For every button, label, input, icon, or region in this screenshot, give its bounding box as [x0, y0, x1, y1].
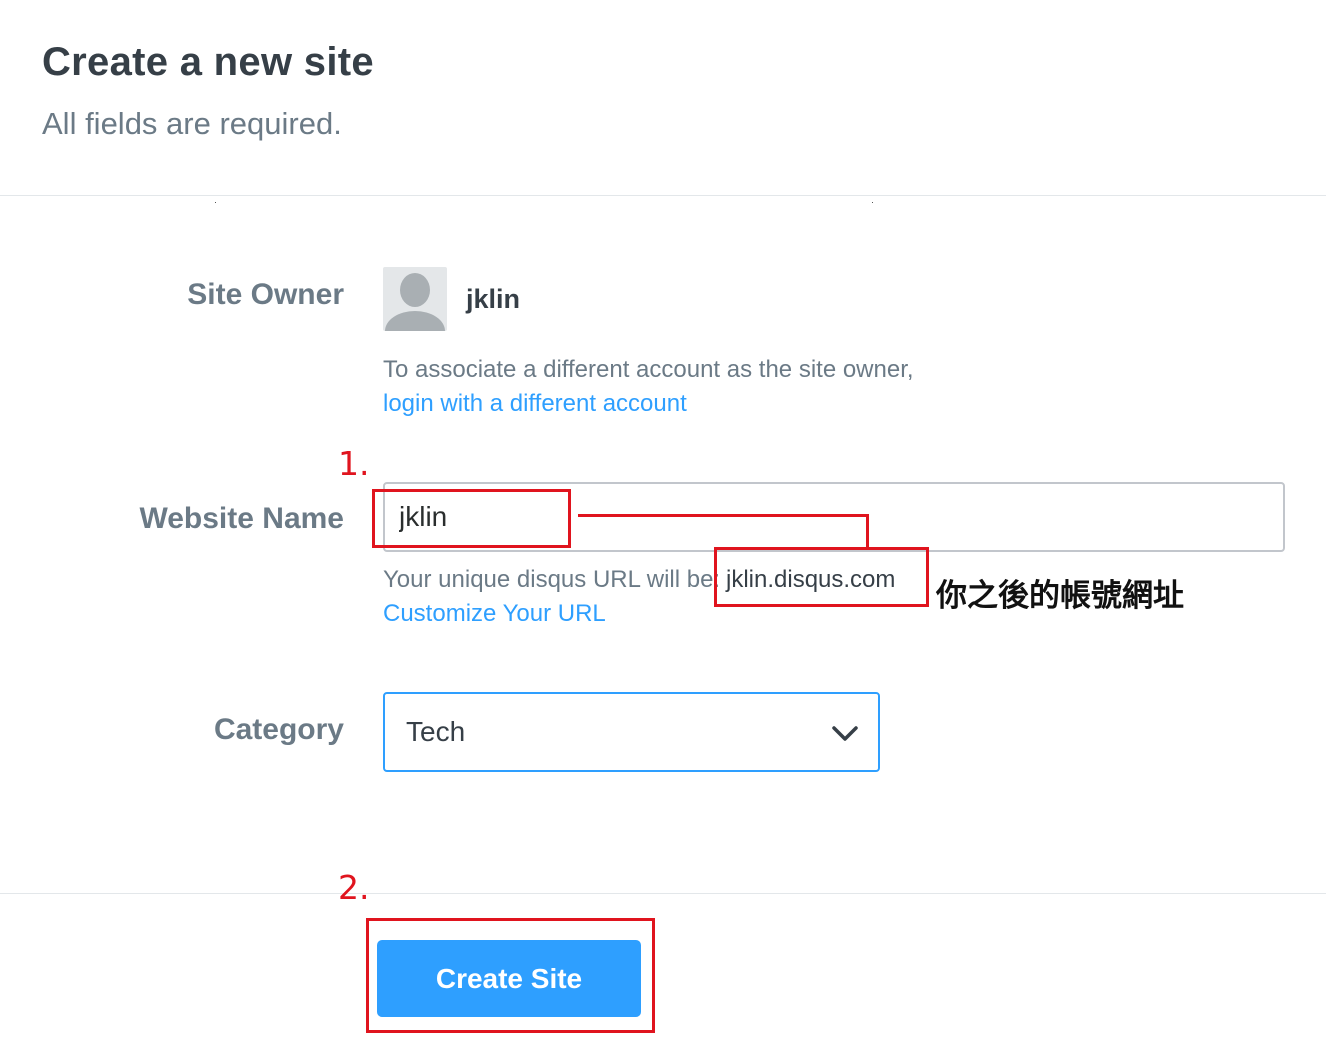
category-selected-value: Tech: [406, 716, 466, 747]
category-select[interactable]: Tech: [383, 692, 880, 772]
page-title: Create a new site: [42, 40, 374, 84]
divider-dot: [872, 202, 873, 203]
site-owner-label: Site Owner: [187, 278, 344, 311]
create-site-button[interactable]: Create Site: [377, 940, 641, 1017]
annotation-connector: [578, 514, 869, 517]
step-2-marker: 2.: [338, 868, 370, 907]
create-site-page: Create a new site All fields are require…: [0, 0, 1326, 1052]
login-different-account-link[interactable]: login with a different account: [383, 390, 687, 418]
annotation-connector: [866, 514, 869, 548]
customize-url-link[interactable]: Customize Your URL: [383, 600, 606, 628]
disqus-url-value: jklin.disqus.com: [726, 566, 896, 593]
url-annotation-note: 你之後的帳號網址: [936, 578, 1184, 613]
website-name-input[interactable]: [383, 482, 1285, 552]
website-name-label: Website Name: [139, 502, 344, 535]
divider-dot: [215, 202, 216, 203]
owner-help-text: To associate a different account as the …: [383, 356, 914, 383]
default-avatar-icon: [383, 267, 447, 331]
chevron-down-icon: [832, 726, 858, 741]
page-subtitle: All fields are required.: [42, 106, 342, 141]
url-prefix-text: Your unique disqus URL will be:: [383, 566, 721, 593]
category-label: Category: [213, 713, 344, 746]
footer-divider: [0, 893, 1326, 894]
header-divider: [0, 195, 1326, 196]
owner-username: jklin: [466, 284, 521, 314]
step-1-marker: 1.: [338, 444, 370, 483]
